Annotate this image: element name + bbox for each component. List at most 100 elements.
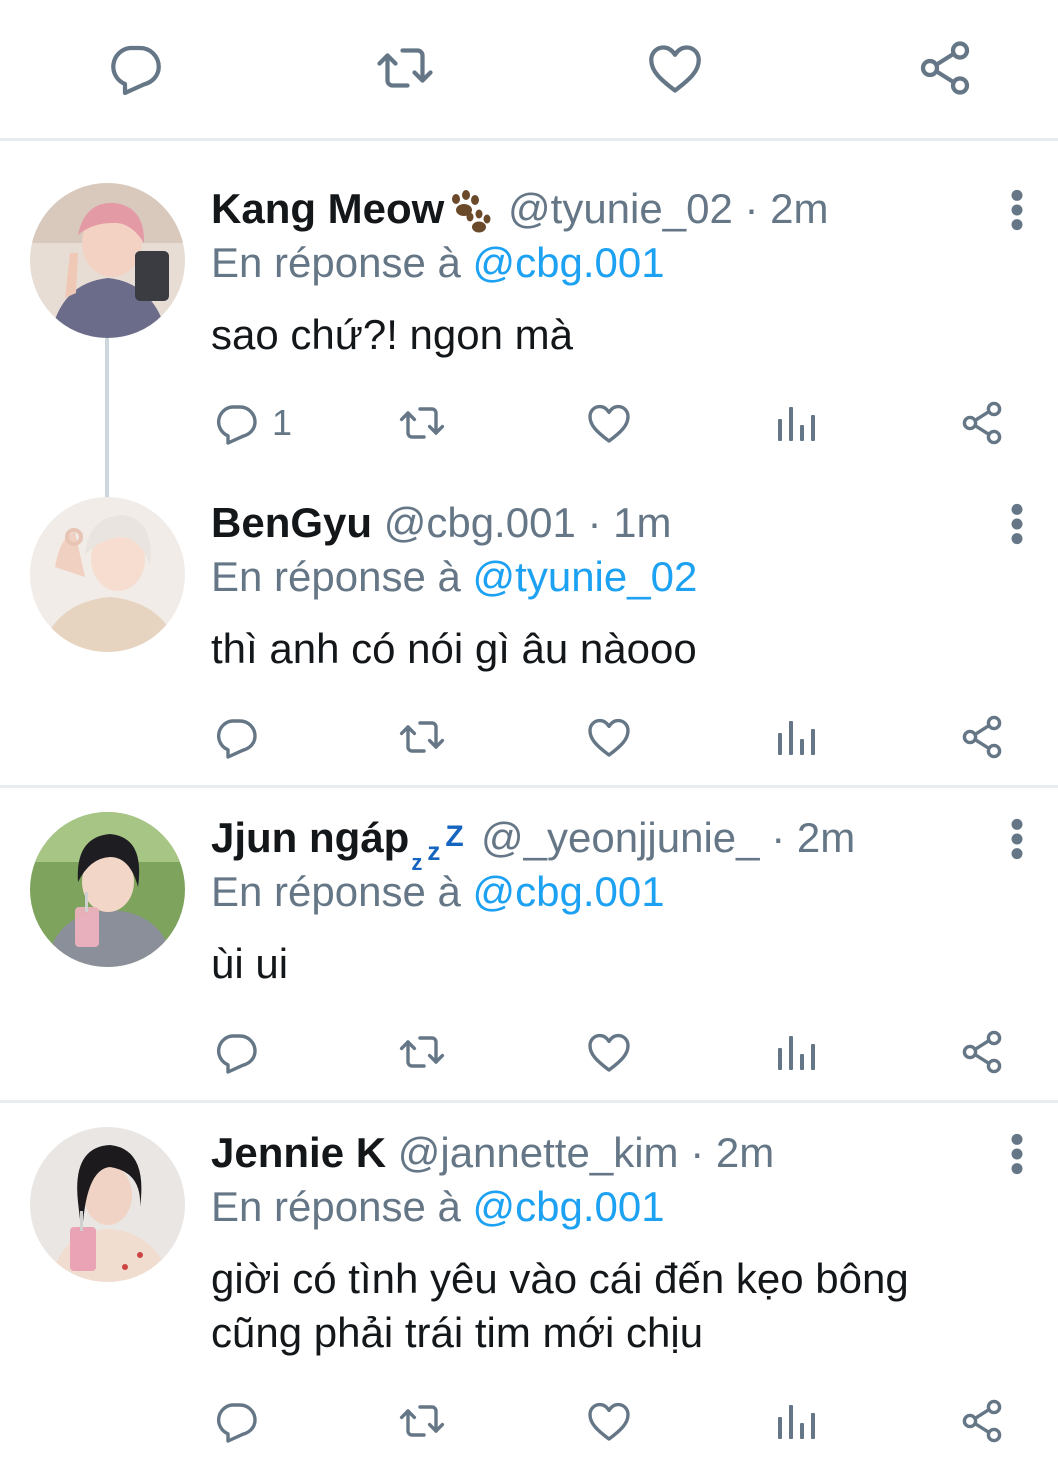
reply-prefix: En réponse à — [211, 239, 461, 286]
retweet-icon — [398, 399, 446, 447]
display-name[interactable]: Jjun ngáp — [211, 814, 409, 861]
reply-button[interactable] — [212, 712, 272, 762]
retweet-icon[interactable] — [375, 38, 435, 98]
like-button[interactable] — [585, 398, 633, 448]
tweet-text: giời có tình yêu vào cái đến kẹo bông cũ… — [211, 1252, 1031, 1360]
divider — [0, 785, 1058, 788]
analytics-button[interactable] — [772, 1396, 820, 1446]
reply-context: En réponse à @cbg.001 — [211, 867, 665, 917]
more-options-icon[interactable] — [1000, 502, 1034, 546]
user-handle[interactable]: @_yeonjjunie_ — [481, 814, 760, 861]
display-name[interactable]: BenGyu — [211, 499, 372, 546]
reply-context: En réponse à @cbg.001 — [211, 1182, 665, 1232]
tweet-header: BenGyu @cbg.001 · 1m — [211, 498, 672, 548]
separator-dot: · — [587, 499, 602, 546]
more-options-icon[interactable] — [1000, 817, 1034, 861]
reply-icon — [212, 1028, 260, 1076]
separator-dot: · — [690, 1129, 705, 1176]
reply-mention-link[interactable]: @cbg.001 — [473, 868, 665, 915]
main-tweet-action-bar — [0, 0, 1058, 141]
analytics-icon — [772, 1028, 820, 1076]
share-button[interactable] — [958, 1027, 1006, 1077]
reply-button[interactable] — [212, 1396, 272, 1446]
paw-prints-emoji — [444, 189, 496, 235]
more-options-icon[interactable] — [1000, 1132, 1034, 1176]
reply-prefix: En réponse à — [211, 868, 461, 915]
analytics-button[interactable] — [772, 398, 820, 448]
reply-context: En réponse à @cbg.001 — [211, 238, 665, 288]
divider — [0, 1100, 1058, 1103]
reply-prefix: En réponse à — [211, 1183, 461, 1230]
reply-count: 1 — [272, 402, 293, 443]
share-button[interactable] — [958, 1396, 1006, 1446]
display-name[interactable]: Jennie K — [211, 1129, 386, 1176]
retweet-button[interactable] — [398, 1027, 446, 1077]
like-icon — [585, 713, 633, 761]
retweet-button[interactable] — [398, 1396, 446, 1446]
tweet-text-line: giời có tình yêu vào cái đến kẹo bông — [211, 1255, 909, 1302]
avatar[interactable] — [30, 183, 185, 338]
like-icon — [585, 399, 633, 447]
tweet-text: sao chứ?! ngon mà — [211, 311, 574, 358]
analytics-icon — [772, 399, 820, 447]
user-handle[interactable]: @cbg.001 — [384, 499, 576, 546]
zzz-emoji: zzZ — [411, 819, 464, 875]
tweet-text-line: cũng phải trái tim mới chịu — [211, 1309, 704, 1356]
tweet-action-bar — [0, 1396, 1058, 1446]
analytics-button[interactable] — [772, 1027, 820, 1077]
separator-dot: · — [771, 814, 786, 861]
reply-button[interactable]: 1 — [212, 398, 292, 448]
share-icon[interactable] — [915, 38, 975, 98]
share-icon — [958, 713, 1006, 761]
share-button[interactable] — [958, 712, 1006, 762]
more-options-icon[interactable] — [1000, 188, 1034, 232]
like-icon[interactable] — [645, 38, 705, 98]
reply-icon — [212, 399, 260, 447]
reply-mention-link[interactable]: @cbg.001 — [473, 239, 665, 286]
avatar[interactable] — [30, 1127, 185, 1282]
avatar[interactable] — [30, 497, 185, 652]
tweet-header: Jennie K @jannette_kim · 2m — [211, 1128, 774, 1178]
like-button[interactable] — [585, 1027, 633, 1077]
tweet-header: Jjun ngáp z z Z @_yeonjjunie_ · 2m — [211, 813, 855, 875]
analytics-button[interactable] — [772, 712, 820, 762]
like-icon — [585, 1397, 633, 1445]
reply-mention-link[interactable]: @cbg.001 — [473, 1183, 665, 1230]
retweet-button[interactable] — [398, 398, 446, 448]
share-button[interactable] — [958, 398, 1006, 448]
retweet-button[interactable] — [398, 712, 446, 762]
share-icon — [958, 1397, 1006, 1445]
analytics-icon — [772, 1397, 820, 1445]
tweet-action-bar — [0, 712, 1058, 762]
reply-icon[interactable] — [105, 38, 165, 98]
timestamp[interactable]: 2m — [716, 1129, 774, 1176]
tweet-text: thì anh có nói gì âu nàooo — [211, 625, 697, 672]
separator-dot: · — [744, 185, 759, 232]
timestamp[interactable]: 2m — [797, 814, 855, 861]
share-icon — [958, 1028, 1006, 1076]
reply-icon — [212, 713, 260, 761]
timestamp[interactable]: 2m — [770, 185, 828, 232]
retweet-icon — [398, 1397, 446, 1445]
user-handle[interactable]: @tyunie_02 — [508, 185, 733, 232]
share-icon — [958, 399, 1006, 447]
retweet-icon — [398, 713, 446, 761]
tweet-header: Kang Meow @tyunie_02 · 2m — [211, 184, 829, 235]
reply-icon — [212, 1397, 260, 1445]
retweet-icon — [398, 1028, 446, 1076]
analytics-icon — [772, 713, 820, 761]
reply-context: En réponse à @tyunie_02 — [211, 552, 697, 602]
timestamp[interactable]: 1m — [613, 499, 671, 546]
reply-prefix: En réponse à — [211, 553, 461, 600]
reply-button[interactable] — [212, 1027, 272, 1077]
user-handle[interactable]: @jannette_kim — [398, 1129, 679, 1176]
tweet-text: ùi ui — [211, 940, 289, 987]
like-button[interactable] — [585, 712, 633, 762]
like-icon — [585, 1028, 633, 1076]
reply-mention-link[interactable]: @tyunie_02 — [473, 553, 698, 600]
tweet-action-bar — [0, 1027, 1058, 1077]
display-name[interactable]: Kang Meow — [211, 185, 444, 232]
like-button[interactable] — [585, 1396, 633, 1446]
tweet-action-bar: 1 — [0, 398, 1058, 448]
avatar[interactable] — [30, 812, 185, 967]
